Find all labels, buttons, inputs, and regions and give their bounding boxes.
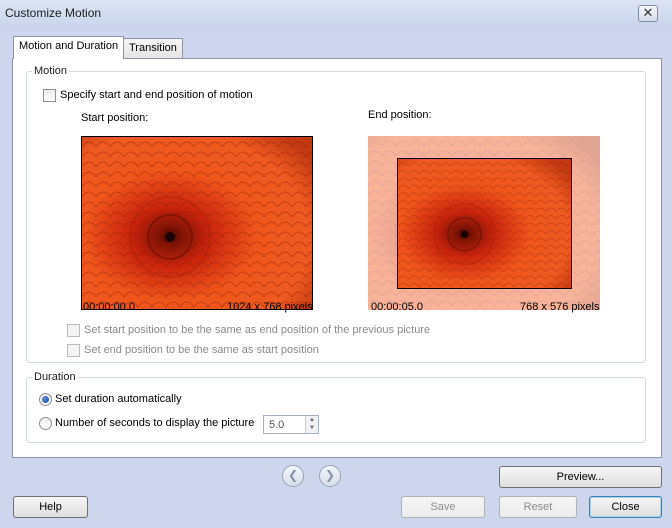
auto-duration-radio[interactable] (39, 393, 52, 406)
specify-motion-label[interactable]: Specify start and end position of motion (60, 89, 253, 101)
same-as-prev-checkbox[interactable] (67, 324, 80, 337)
duration-group-label: Duration (32, 371, 78, 383)
start-time: 00:00:00.0 (83, 301, 135, 313)
end-time: 00:00:05.0 (371, 301, 423, 313)
close-icon[interactable]: ✕ (638, 5, 658, 22)
chevron-right-icon: ❯ (324, 468, 336, 482)
specify-motion-checkbox[interactable] (43, 89, 56, 102)
help-button[interactable]: Help (13, 496, 88, 518)
end-same-as-start-checkbox[interactable] (67, 344, 80, 357)
seconds-radio[interactable] (39, 417, 52, 430)
end-position-label: End position: (368, 109, 432, 121)
flower-image-end (398, 159, 571, 288)
title-bar: Customize Motion ✕ (0, 0, 672, 28)
tab-transition[interactable]: Transition (123, 38, 183, 59)
auto-duration-label[interactable]: Set duration automatically (55, 393, 182, 405)
previous-picture-button[interactable]: ❮ (282, 465, 304, 487)
end-position-preview[interactable] (368, 136, 600, 310)
tab-motion-and-duration[interactable]: Motion and Duration (13, 36, 125, 59)
start-size: 1024 x 768 pixels (227, 301, 313, 313)
start-position-label: Start position: (81, 112, 149, 124)
same-as-prev-label[interactable]: Set start position to be the same as end… (84, 324, 430, 336)
stepper-arrows[interactable]: ▲ ▼ (305, 416, 318, 433)
chevron-left-icon: ❮ (287, 468, 299, 482)
seconds-stepper[interactable]: 5.0 ▲ ▼ (263, 415, 319, 434)
flower-image-start (82, 137, 312, 309)
start-position-preview[interactable] (81, 136, 313, 310)
next-picture-button[interactable]: ❯ (319, 465, 341, 487)
end-size: 768 x 576 pixels (520, 301, 600, 313)
window-title: Customize Motion (5, 6, 102, 20)
tab-panel: Motion Specify start and end position of… (12, 58, 662, 458)
close-button[interactable]: Close (589, 496, 662, 518)
reset-button[interactable]: Reset (499, 496, 577, 518)
end-position-frame[interactable] (397, 158, 572, 289)
stepper-down-icon[interactable]: ▼ (306, 424, 318, 432)
stepper-up-icon[interactable]: ▲ (306, 416, 318, 424)
motion-group-label: Motion (32, 65, 70, 77)
motion-group: Motion Specify start and end position of… (26, 65, 646, 363)
preview-button[interactable]: Preview... (499, 466, 662, 488)
seconds-value[interactable]: 5.0 (269, 419, 284, 431)
save-button[interactable]: Save (401, 496, 485, 518)
end-same-as-start-label[interactable]: Set end position to be the same as start… (84, 344, 319, 356)
seconds-label[interactable]: Number of seconds to display the picture (55, 417, 254, 429)
duration-group: Duration (26, 371, 646, 443)
